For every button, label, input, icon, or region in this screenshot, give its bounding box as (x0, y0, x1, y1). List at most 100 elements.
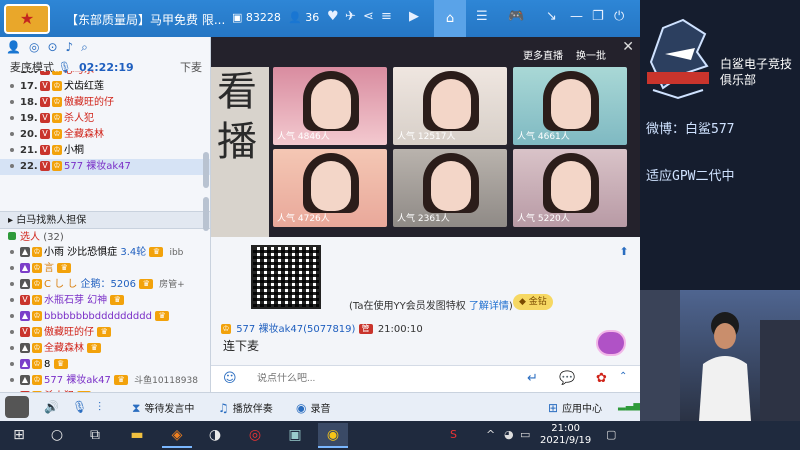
channel-logo[interactable]: ★ (4, 4, 50, 34)
search-circle-icon[interactable]: ○ (42, 423, 72, 448)
share-icon[interactable]: ⋖ (363, 9, 374, 24)
location-icon[interactable]: ⊙ (47, 40, 57, 54)
chat-icon[interactable]: ◎ (29, 40, 39, 54)
window-app-icon[interactable]: ▣ (280, 423, 310, 448)
taskbar-clock[interactable]: 21:00 2021/9/19 (540, 423, 591, 447)
gift-icon[interactable] (596, 330, 626, 356)
bottom-toolbar: 🔊 🎙 ⫶ ⧗ 等待发言中 ♫ 播放伴奏 ◉ 录音 ⊞ 应用中心 ▂▃▅ (0, 392, 640, 421)
restore-icon[interactable]: ❐ (592, 9, 604, 24)
channel-title[interactable]: 【东部质量局】马甲免费 限... (66, 11, 225, 28)
user-row[interactable]: ▲ ♔ 577 裸妆ak47 ♛ 斗鱼10118938 (0, 373, 210, 389)
streamer-face (311, 161, 351, 211)
user-row[interactable]: V ♔ 水瓶石芽 幻神 ♛ (0, 293, 210, 309)
heart-icon[interactable]: ♥ (327, 9, 339, 24)
speaker-icon[interactable]: 🔊 (44, 400, 63, 414)
minimize-icon[interactable]: — (570, 9, 583, 24)
user-name: C し し (44, 279, 78, 290)
queue-scrollbar[interactable] (203, 152, 209, 188)
medal-icon: ♛ (139, 279, 154, 289)
queue-row[interactable]: 21. V ♔ 小桐 (0, 143, 210, 159)
vip-badge: V (40, 97, 50, 107)
crown-icon: ♔ (221, 324, 231, 334)
tray-expand-icon[interactable]: ^ (486, 428, 495, 441)
chat-input[interactable] (257, 373, 507, 384)
send-enter-icon[interactable]: ↵ (527, 371, 538, 386)
menu-icon[interactable]: ≡ (381, 9, 392, 24)
change-batch-link[interactable]: 换一批 (576, 47, 606, 62)
list-icon[interactable]: ☰ (476, 9, 488, 24)
live-thumbnail[interactable]: 人气 2361人 (393, 149, 507, 227)
emoji-icon[interactable]: ☺ (223, 371, 237, 386)
music-icon[interactable]: ♪ (66, 40, 74, 54)
user-row[interactable]: ▲ ♔ 8 ♛ (0, 357, 210, 373)
notification-icon[interactable]: ▢ (606, 428, 616, 441)
vip-badge: V (40, 71, 50, 75)
live-thumbnail[interactable]: 人气 12517人 (393, 67, 507, 145)
queue-row[interactable]: 16.V♔心与水 (0, 71, 210, 79)
queue-row[interactable]: 17. V ♔ 犬齿红莲 (0, 79, 210, 95)
level-badge: V (20, 295, 30, 305)
network-icon[interactable]: ▭ (520, 428, 530, 441)
plane-icon[interactable]: ✈ (345, 9, 356, 24)
app-center-button[interactable]: ⊞ 应用中心 (548, 400, 602, 415)
home-icon[interactable]: ⌂ (434, 0, 466, 37)
user-row[interactable]: ▲ ♔ 言 ♛ (0, 261, 210, 277)
user-scrollbar[interactable] (203, 197, 209, 231)
task-view-icon[interactable]: ⧉ (80, 423, 110, 448)
live-thumbnail[interactable]: 人气 5220人 (513, 149, 627, 227)
level-badge: ▲ (20, 279, 30, 289)
yy-app-icon[interactable]: ◉ (318, 423, 348, 448)
live-thumbnail[interactable]: 人气 4846人 (273, 67, 387, 145)
more-live-link[interactable]: 更多直播 (523, 47, 563, 62)
user-row[interactable]: V ♔ 傲藏旺的仔 ♛ (0, 325, 210, 341)
netease-music-icon[interactable]: ◎ (240, 423, 270, 448)
expand-icon[interactable]: ⌃ (619, 371, 627, 382)
gamepad-icon[interactable]: 🎮 (508, 9, 524, 24)
search-icon[interactable]: ⌕ (81, 40, 88, 54)
level-badge: V (20, 327, 30, 337)
tray-app-icon[interactable]: ◕ (504, 428, 514, 441)
scroll-up-icon[interactable]: ⬆ (616, 245, 632, 261)
user-row[interactable]: ▲ ♔ C し し 企鹅：5206 ♛ 房管+ (0, 277, 210, 293)
live-thumbnail[interactable]: 人气 4726人 (273, 149, 387, 227)
user-icon[interactable]: 👤 (6, 40, 21, 54)
user-name: 小雨 沙比恐惧症 (44, 247, 118, 258)
sogou-icon[interactable]: S (450, 428, 457, 441)
qr-code-image[interactable] (251, 245, 321, 309)
user-row[interactable]: ▲ ♔ 全藏森林 ♛ (0, 341, 210, 357)
start-windows-icon[interactable]: ⊞ (4, 423, 34, 448)
online-count-stat: 👤 36 (288, 11, 320, 24)
video-icon[interactable]: ▶ (409, 9, 419, 24)
microphone-icon[interactable]: 🎙 (72, 400, 91, 414)
channel-section[interactable]: ▸ 白马找熟人担保 (0, 211, 210, 228)
selected-section[interactable]: 选人 (32) (0, 228, 210, 245)
file-explorer-icon[interactable]: ▬ (122, 423, 152, 448)
gold-diamond-badge[interactable]: ◆ 金钻 (513, 294, 553, 310)
queue-row[interactable]: 18. V ♔ 傲藏旺的仔 (0, 95, 210, 111)
mic-queue-list: 16.V♔心与水17.V♔犬齿红莲18.V♔傲藏旺的仔19.V♔杀人犯20.V♔… (0, 71, 210, 211)
crown-icon: ♔ (52, 81, 62, 91)
message-user[interactable]: 577 裸妆ak47(5077819) (236, 324, 355, 335)
user-row[interactable]: ▲ ♔ 小雨 沙比恐惧症 3.4轮 ♛ ibb (0, 245, 210, 261)
equalizer-icon[interactable]: ⫶ (98, 400, 105, 415)
queue-row[interactable]: 19. V ♔ 杀人犯 (0, 111, 210, 127)
wait-speak-button[interactable]: ⧗ 等待发言中 (132, 400, 194, 416)
record-button[interactable]: ◉ 录音 (296, 400, 330, 415)
app-orange-icon[interactable]: ◈ (162, 423, 192, 448)
play-accompany-button[interactable]: ♫ 播放伴奏 (218, 400, 273, 415)
my-avatar[interactable] (5, 396, 29, 418)
channel-id-stat: ▣ 83228 (232, 11, 281, 24)
chat-bubble-icon[interactable]: 💬 (559, 371, 575, 386)
live-thumbnail[interactable]: 人气 4661人 (513, 67, 627, 145)
queue-row[interactable]: 22. V ♔ 577 裸妆ak47 (0, 159, 210, 175)
queue-number: 19. (20, 113, 38, 124)
queue-row[interactable]: 20. V ♔ 全藏森林 (0, 127, 210, 143)
obs-icon[interactable]: ◑ (200, 423, 230, 448)
flower-icon[interactable]: ✿ (596, 371, 607, 386)
learn-more-link[interactable]: 了解详情 (469, 301, 509, 312)
user-row[interactable]: ▲ ♔ bbbbbbbbddddddddd ♛ (0, 309, 210, 325)
channel-id: 83228 (245, 11, 281, 24)
power-icon[interactable]: ⏻ (614, 9, 624, 24)
close-icon[interactable]: ✕ (622, 39, 634, 55)
collapse-icon[interactable]: ↘ (546, 9, 557, 24)
